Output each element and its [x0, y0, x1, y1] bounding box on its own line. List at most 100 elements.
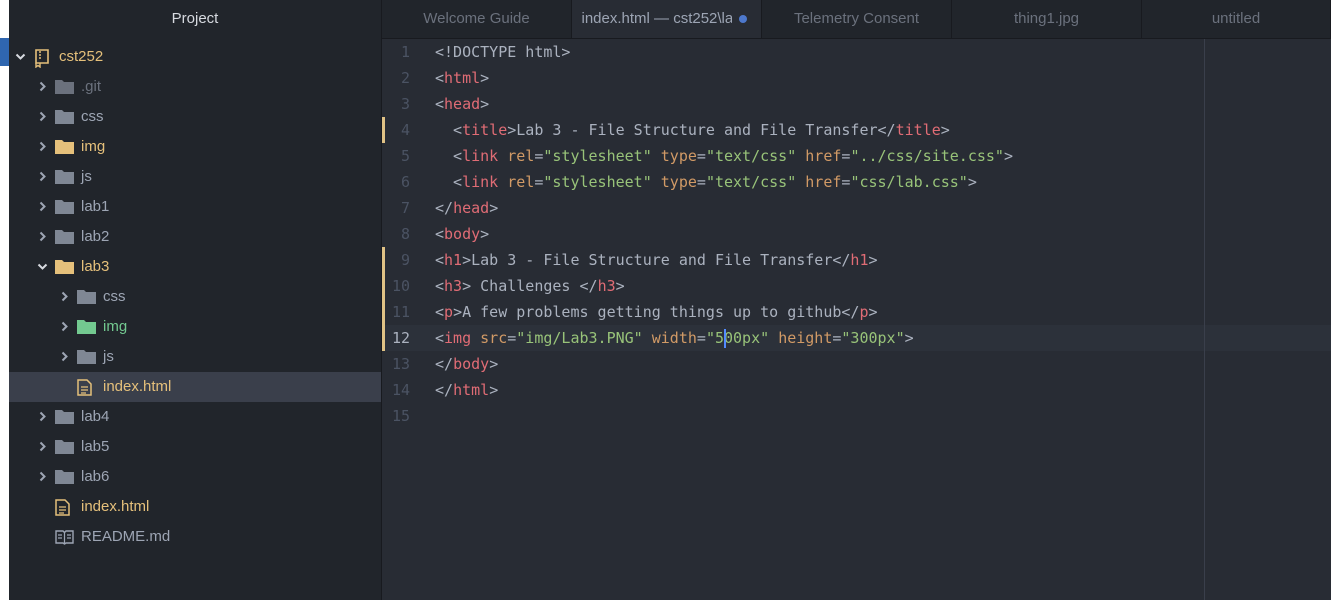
code-token: href [805, 147, 842, 165]
tree-item-js[interactable]: js [9, 342, 381, 372]
tree-item-label: index.html [81, 498, 150, 515]
code-line[interactable]: </head> [435, 195, 498, 221]
chevron-right-icon[interactable] [35, 102, 49, 132]
tab-thing1-jpg[interactable]: thing1.jpg [952, 0, 1142, 38]
chevron-right-icon[interactable] [57, 312, 71, 342]
line-number[interactable]: 2 [382, 65, 424, 91]
line-number[interactable]: 7 [382, 195, 424, 221]
line-number[interactable]: 15 [382, 403, 424, 429]
code-line[interactable]: <title>Lab 3 - File Structure and File T… [435, 117, 950, 143]
line-number-gutter[interactable]: 1 2 3 4 5 6 7 8 9 10 11 12 13 14 15 [382, 39, 424, 600]
tree-item-lab4[interactable]: lab4 [9, 402, 381, 432]
line-number[interactable]: 1 [382, 39, 424, 65]
line-number[interactable]: 8 [382, 221, 424, 247]
line-number[interactable]: 13 [382, 351, 424, 377]
line-number-text: 3 [400, 95, 410, 113]
code-line[interactable]: <head> [435, 91, 489, 117]
code-token: = [507, 329, 517, 347]
chevron-right-icon[interactable] [35, 222, 49, 252]
chevron-right-icon[interactable] [35, 462, 49, 492]
code-line[interactable]: <html> [435, 65, 489, 91]
line-number[interactable]: 11 [382, 299, 424, 325]
folder-icon [55, 252, 75, 282]
code-token: "text/css" [705, 147, 797, 165]
chevron-right-icon[interactable] [35, 162, 49, 192]
tree-item-lab5[interactable]: lab5 [9, 432, 381, 462]
code-token: > [480, 95, 490, 113]
code-token: link [462, 173, 499, 191]
tree-item-js[interactable]: js [9, 162, 381, 192]
tab-untitled[interactable]: untitled [1142, 0, 1331, 38]
code-token: type [660, 173, 697, 191]
code-line[interactable]: <h3> Challenges </h3> [435, 273, 625, 299]
tab-index-html[interactable]: index.html — cst252\lab3 [572, 0, 762, 38]
code-token: = [696, 173, 706, 191]
folder-icon [77, 312, 97, 342]
line-number-text: 11 [391, 303, 410, 321]
tree-item-lab3[interactable]: lab3 [9, 252, 381, 282]
chevron-right-icon[interactable] [35, 432, 49, 462]
code-line[interactable]: </html> [435, 377, 498, 403]
tree-item-index-html[interactable]: index.html [9, 372, 381, 402]
line-number[interactable]: 9 [382, 247, 424, 273]
code-line[interactable]: <img src="img/Lab3.PNG" width="500px" he… [435, 325, 914, 351]
line-number[interactable]: 10 [382, 273, 424, 299]
tree-item-lab6[interactable]: lab6 [9, 462, 381, 492]
tree-item-label: .git [81, 78, 102, 95]
code-line[interactable]: </body> [435, 351, 498, 377]
line-number[interactable]: 12 [382, 325, 424, 351]
line-number[interactable]: 4 [382, 117, 424, 143]
line-number[interactable]: 3 [382, 91, 424, 117]
tab-welcome[interactable]: Welcome Guide [382, 0, 572, 38]
chevron-down-icon[interactable] [13, 42, 27, 72]
tree-item-index-html[interactable]: index.html [9, 492, 381, 522]
code-token: "300px" [841, 329, 905, 347]
code-line[interactable]: <link rel="stylesheet" type="text/css" h… [435, 169, 977, 195]
chevron-right-icon[interactable] [57, 282, 71, 312]
tree-item-lab2[interactable]: lab2 [9, 222, 381, 252]
line-number-text: 14 [391, 381, 410, 399]
code-token: > [489, 355, 499, 373]
chevron-right-icon[interactable] [35, 402, 49, 432]
chevron-down-icon[interactable] [35, 252, 49, 282]
line-number[interactable]: 6 [382, 169, 424, 195]
modified-indicator-icon[interactable] [739, 15, 747, 23]
code-token: p [444, 303, 454, 321]
code-token: href [805, 173, 842, 191]
tree-item-img[interactable]: img [9, 312, 381, 342]
line-number-text: 1 [400, 43, 410, 61]
tree-item-label: lab2 [81, 228, 110, 245]
chevron-right-icon[interactable] [35, 132, 49, 162]
code-line[interactable]: <!DOCTYPE html> [435, 39, 570, 65]
line-number[interactable]: 5 [382, 143, 424, 169]
chevron-right-icon[interactable] [57, 342, 71, 372]
tree-item-img[interactable]: img [9, 132, 381, 162]
tree-item-css[interactable]: css [9, 102, 381, 132]
tree-view[interactable]: Project cst252 .git css img js lab1 lab2 lab3 cs… [9, 0, 382, 600]
tree-item-lab1[interactable]: lab1 [9, 192, 381, 222]
code-token: > [868, 303, 878, 321]
tree-item-label: lab3 [81, 258, 110, 275]
text-editor[interactable]: 1 2 3 4 5 6 7 8 9 10 11 12 13 14 15 <!DOCTYPE html> <ht… [382, 39, 1331, 600]
code-line[interactable]: <body> [435, 221, 489, 247]
tree-item-readme-md[interactable]: README.md [9, 522, 381, 552]
chevron-right-icon[interactable] [35, 72, 49, 102]
tab-telemetry[interactable]: Telemetry Consent [762, 0, 952, 38]
code-token: h3 [444, 277, 463, 295]
code-line[interactable]: <h1>Lab 3 - File Structure and File Tran… [435, 247, 878, 273]
code-line[interactable]: <link rel="stylesheet" type="text/css" h… [435, 143, 1013, 169]
chevron-right-icon[interactable] [35, 192, 49, 222]
tree-item-git[interactable]: .git [9, 72, 381, 102]
line-number[interactable]: 14 [382, 377, 424, 403]
file-code-icon [55, 492, 75, 522]
code-token: head [444, 95, 481, 113]
tree-item-cst252[interactable]: cst252 [9, 42, 381, 72]
tree-item-css[interactable]: css [9, 282, 381, 312]
code-line[interactable]: <p>A few problems getting things up to g… [435, 299, 878, 325]
code-token: h1 [850, 251, 869, 269]
code-token: html [453, 381, 490, 399]
